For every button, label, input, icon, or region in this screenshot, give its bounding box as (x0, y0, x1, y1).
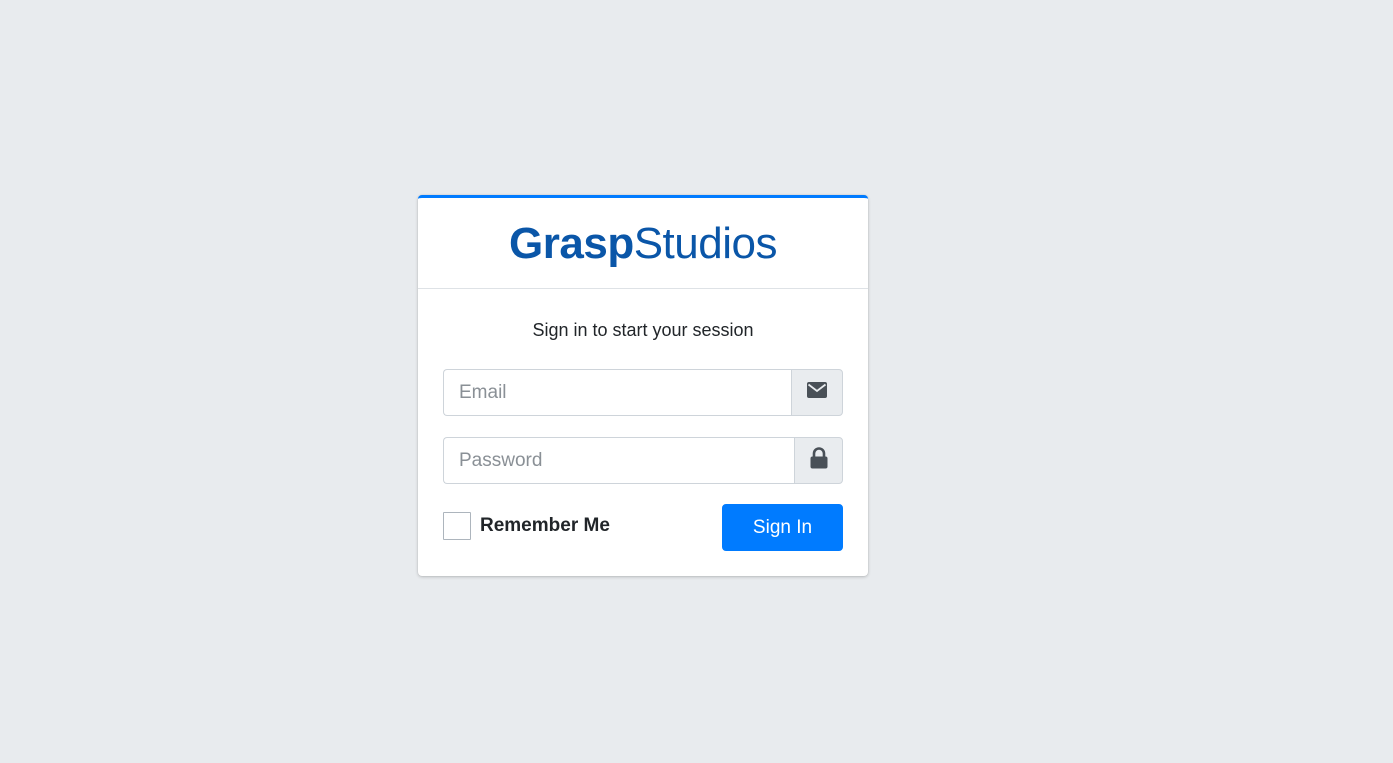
email-input[interactable] (443, 369, 791, 416)
password-addon (794, 437, 843, 484)
form-actions-row: Remember Me Sign In (443, 504, 843, 551)
remember-me-label[interactable]: Remember Me (480, 515, 610, 537)
envelope-icon (807, 382, 827, 403)
password-input-group (443, 437, 843, 484)
remember-me[interactable]: Remember Me (443, 511, 610, 540)
login-card: GraspStudios Sign in to start your sessi… (418, 195, 868, 576)
password-input[interactable] (443, 437, 794, 484)
card-body: Sign in to start your session Email Reme… (418, 319, 868, 551)
sign-in-button[interactable]: Sign In (722, 504, 843, 551)
login-box-message: Sign in to start your session (532, 320, 754, 340)
email-addon (791, 369, 843, 416)
remember-me-checkbox[interactable] (443, 511, 471, 540)
email-input-group (443, 369, 843, 416)
login-form: Remember Me Sign In (443, 369, 843, 551)
card-header: GraspStudios (418, 198, 868, 289)
brand-name-light: Studios (633, 219, 778, 268)
brand-name-bold: Grasp (509, 219, 634, 268)
brand-logo[interactable]: GraspStudios (509, 220, 777, 266)
lock-icon (810, 447, 828, 474)
